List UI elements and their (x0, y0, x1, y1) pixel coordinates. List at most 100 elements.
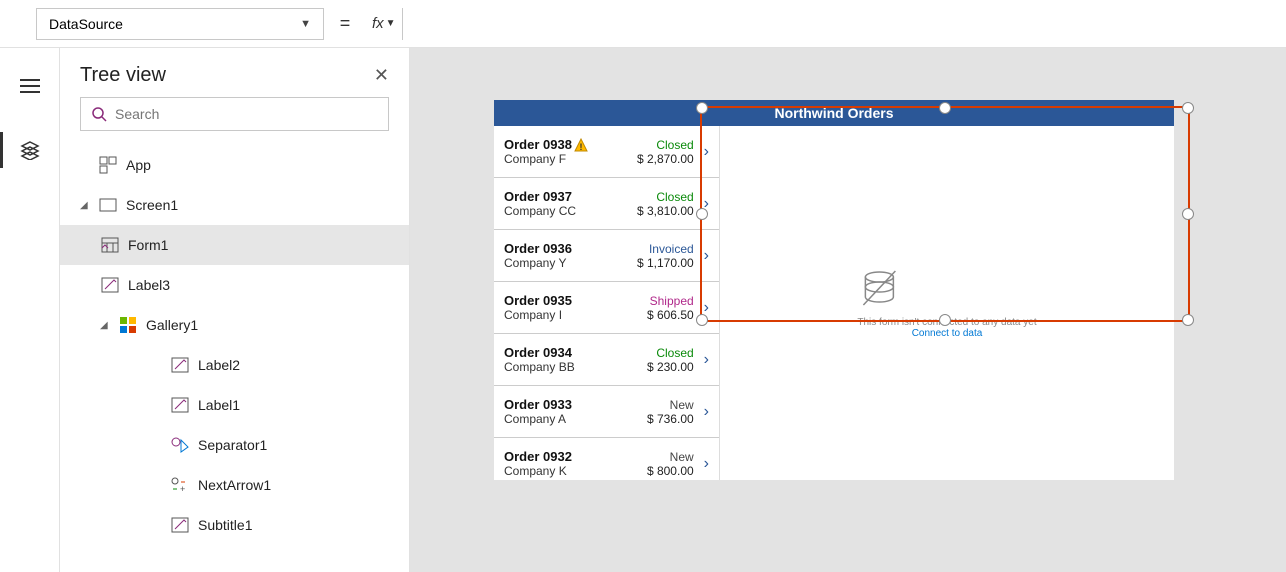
order-status: Closed (637, 190, 694, 204)
chevron-right-icon[interactable]: › (700, 143, 713, 161)
order-id: Order 0938! (504, 137, 637, 152)
tree-view-rail-button[interactable] (10, 130, 50, 170)
tree-item-label: Form1 (128, 237, 168, 253)
order-company: Company BB (504, 360, 647, 374)
chevron-right-icon[interactable]: › (700, 351, 713, 369)
order-status: Invoiced (637, 242, 694, 256)
gallery-item[interactable]: Order 0935Company IShipped$ 606.50› (494, 282, 719, 334)
chevron-right-icon[interactable]: › (700, 455, 713, 473)
tree-item-nextarrow1[interactable]: + NextArrow1 (60, 465, 409, 505)
tree-panel: Tree view ✕ App ◢ Screen1 Form1 (60, 48, 410, 572)
tree-item-label3[interactable]: Label3 (60, 265, 409, 305)
search-icon (91, 106, 107, 122)
order-gallery[interactable]: Order 0938!Company FClosed$ 2,870.00›Ord… (494, 126, 720, 480)
order-id: Order 0937 (504, 189, 637, 204)
warning-icon: ! (574, 138, 588, 152)
tree-search-box[interactable] (80, 97, 389, 131)
tree-item-label: Subtitle1 (198, 517, 252, 533)
property-name: DataSource (49, 16, 123, 32)
equals-sign: = (336, 13, 354, 34)
formula-bar: DataSource ▼ = fx▼ (0, 0, 1286, 48)
order-id: Order 0936 (504, 241, 637, 256)
order-amount: $ 736.00 (647, 412, 694, 426)
app-preview: Northwind Orders Order 0938!Company FClo… (494, 100, 1174, 480)
order-company: Company CC (504, 204, 637, 218)
svg-text:!: ! (579, 142, 582, 152)
fx-icon[interactable]: fx▼ (366, 15, 402, 32)
tree-header: Tree view ✕ (60, 48, 409, 97)
order-status: New (647, 450, 694, 464)
gallery-icon (118, 316, 138, 334)
chevron-right-icon[interactable]: › (700, 299, 713, 317)
order-amount: $ 1,170.00 (637, 256, 694, 270)
canvas[interactable]: Northwind Orders Order 0938!Company FClo… (410, 48, 1286, 572)
tree-item-label: Gallery1 (146, 317, 198, 333)
chevron-right-icon[interactable]: › (700, 403, 713, 421)
database-icon (857, 267, 901, 311)
formula-input-group: fx▼ (366, 8, 1278, 40)
app-header-title: Northwind Orders (494, 100, 1174, 126)
order-amount: $ 800.00 (647, 464, 694, 478)
order-amount: $ 230.00 (647, 360, 694, 374)
nextarrow-icon: + (170, 477, 190, 493)
tree-item-subtitle1[interactable]: Subtitle1 (60, 505, 409, 545)
tree-item-label: NextArrow1 (198, 477, 271, 493)
tree-item-screen1[interactable]: ◢ Screen1 (60, 185, 409, 225)
tree-search-input[interactable] (115, 106, 378, 122)
hamburger-icon[interactable] (10, 66, 50, 106)
gallery-item[interactable]: Order 0937Company CCClosed$ 3,810.00 › (494, 178, 719, 230)
gallery-item[interactable]: Order 0934Company BBClosed$ 230.00 › (494, 334, 719, 386)
order-status: Closed (647, 346, 694, 360)
order-company: Company K (504, 464, 647, 478)
order-company: Company I (504, 308, 647, 322)
form-empty-state: This form isn't connected to any data ye… (857, 267, 1036, 339)
chevron-right-icon[interactable]: › (700, 195, 713, 213)
collapse-toggle-icon[interactable]: ◢ (100, 320, 110, 331)
tree-item-app[interactable]: App (60, 145, 409, 185)
gallery-item[interactable]: Order 0932Company KNew$ 800.00 › (494, 438, 719, 480)
chevron-right-icon[interactable]: › (700, 247, 713, 265)
property-selector[interactable]: DataSource ▼ (36, 8, 324, 40)
order-id: Order 0933 (504, 397, 647, 412)
collapse-toggle-icon[interactable]: ◢ (80, 200, 90, 211)
order-status: Shipped (647, 294, 694, 308)
connect-to-data-link[interactable]: Connect to data (857, 328, 1036, 339)
order-company: Company A (504, 412, 647, 426)
tree-item-label: Screen1 (126, 197, 178, 213)
chevron-down-icon: ▼ (300, 18, 311, 30)
order-id: Order 0932 (504, 449, 647, 464)
tree-item-separator1[interactable]: Separator1 (60, 425, 409, 465)
screen-icon (98, 198, 118, 212)
order-status: Closed (637, 138, 694, 152)
order-amount: $ 2,870.00 (637, 152, 694, 166)
main-area: Tree view ✕ App ◢ Screen1 Form1 (0, 48, 1286, 572)
tree-item-label1[interactable]: Label1 (60, 385, 409, 425)
tree-item-label: Label2 (198, 357, 240, 373)
formula-input[interactable] (402, 8, 1278, 40)
order-amount: $ 3,810.00 (637, 204, 694, 218)
tree-item-label: Label3 (128, 277, 170, 293)
label-icon (100, 277, 120, 293)
app-icon (98, 156, 118, 174)
order-id: Order 0934 (504, 345, 647, 360)
gallery-item[interactable]: Order 0936Company YInvoiced$ 1,170.00› (494, 230, 719, 282)
form-control[interactable]: This form isn't connected to any data ye… (720, 126, 1174, 480)
label-icon (170, 357, 190, 373)
tree-list: App ◢ Screen1 Form1 Label3 ◢ Gallery1 (60, 145, 409, 572)
order-id: Order 0935 (504, 293, 647, 308)
tree-item-form1[interactable]: Form1 (60, 225, 409, 265)
left-rail (0, 48, 60, 572)
gallery-item[interactable]: Order 0938!Company FClosed$ 2,870.00 › (494, 126, 719, 178)
tree-item-gallery1[interactable]: ◢ Gallery1 (60, 305, 409, 345)
label-icon (170, 517, 190, 533)
form-empty-message: This form isn't connected to any data ye… (857, 317, 1036, 328)
order-company: Company F (504, 152, 637, 166)
close-icon[interactable]: ✕ (374, 65, 389, 86)
tree-item-label: Separator1 (198, 437, 267, 453)
separator-icon (170, 437, 190, 453)
svg-text:+: + (180, 484, 185, 493)
tree-item-label: Label1 (198, 397, 240, 413)
tree-title: Tree view (80, 64, 166, 87)
tree-item-label2[interactable]: Label2 (60, 345, 409, 385)
gallery-item[interactable]: Order 0933Company ANew$ 736.00› (494, 386, 719, 438)
